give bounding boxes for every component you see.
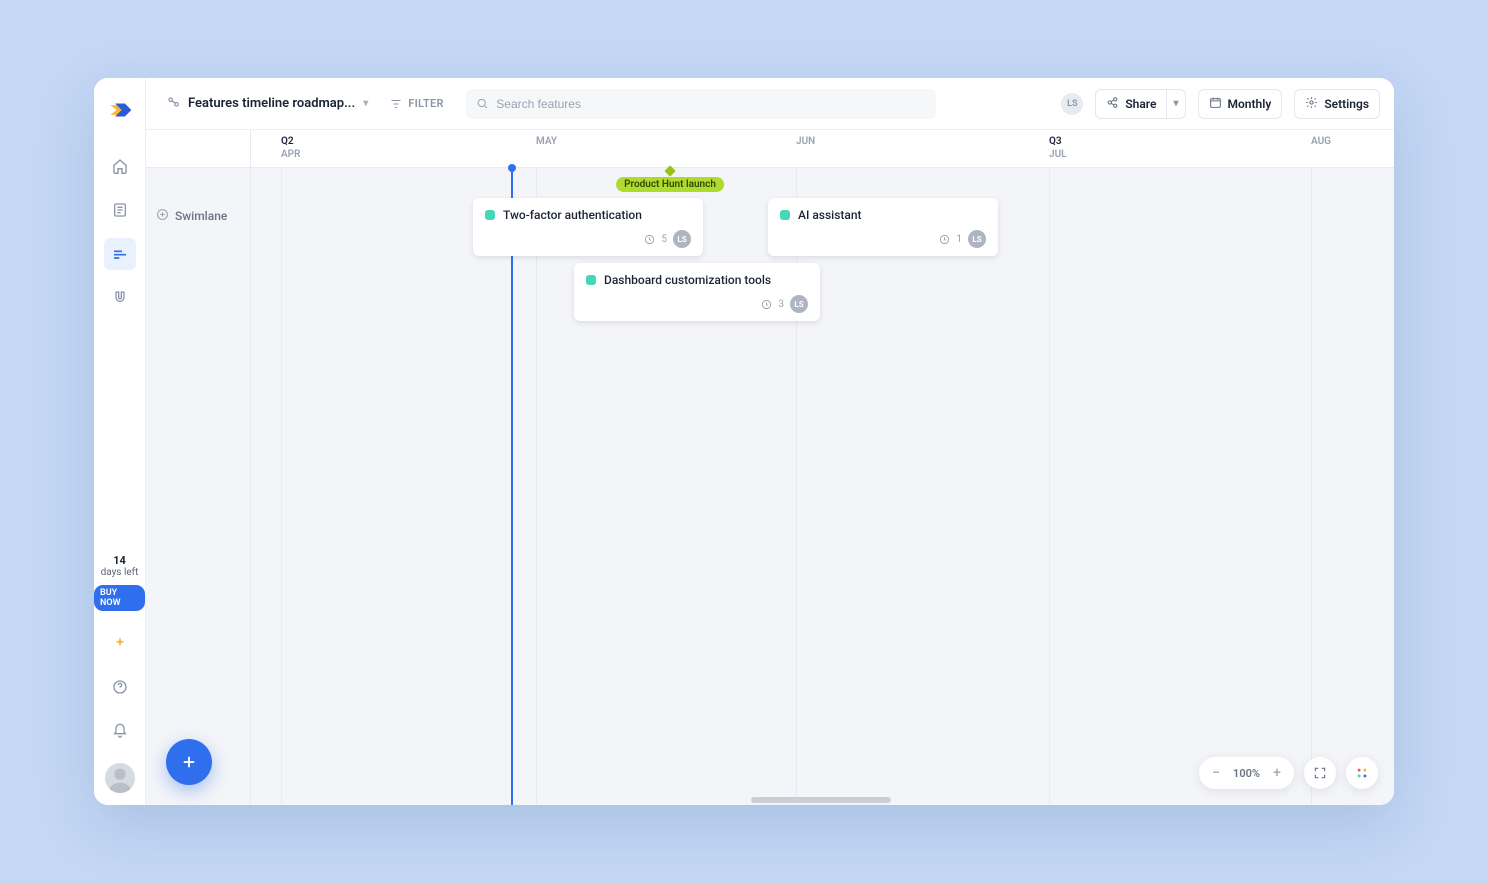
feature-card[interactable]: AI assistant 1 LS [768,198,998,256]
axis-tick: Q2APR [281,136,300,160]
header-user-chip[interactable]: LS [1061,93,1083,115]
assignee-avatar: LS [673,230,691,248]
trial-days-label: days left [101,567,139,578]
search-field[interactable] [466,89,936,119]
roadmap-icon [166,95,180,113]
share-button-group: Share ▾ [1095,89,1185,119]
filter-button[interactable]: FILTER [380,91,454,116]
main-area: Features timeline roadmap... ▾ FILTER LS… [146,78,1394,805]
logo-icon[interactable] [106,96,134,124]
timeline-grid: Product Hunt launch Two-factor authentica… [251,168,1394,805]
today-indicator [511,168,513,805]
timeline-canvas[interactable]: Q2APR MAY JUN Q3JUL AUG Product Hunt launch T… [251,130,1394,805]
top-header: Features timeline roadmap... ▾ FILTER LS… [146,78,1394,130]
timeline-body: Swimlane Q2APR MAY JUN Q3JUL AUG Product Hun… [146,130,1394,805]
axis-tick: MAY [536,136,557,147]
feature-card[interactable]: Dashboard customization tools 3 LS [574,263,820,321]
swimlane-label: Swimlane [175,209,227,223]
settings-label: Settings [1324,97,1369,111]
user-avatar[interactable] [105,763,135,793]
feature-count: 5 [661,234,667,245]
roadmap-title: Features timeline roadmap... [188,96,355,111]
fullscreen-button[interactable] [1304,757,1336,789]
swimlane-column: Swimlane [146,130,251,805]
plus-circle-icon [156,208,169,224]
app-window: 14 days left BUY NOW Features timeline r… [94,78,1394,805]
plus-icon [180,753,198,771]
filter-label: FILTER [408,97,444,110]
timeline-icon[interactable] [104,238,136,270]
feature-title: AI assistant [798,208,862,222]
status-dot [586,275,596,285]
buy-now-button[interactable]: BUY NOW [94,585,145,611]
feature-count: 3 [778,299,784,310]
axis-tick: AUG [1311,136,1331,147]
sparkle-icon[interactable] [104,627,136,659]
clock-icon [644,234,655,245]
share-dropdown-button[interactable]: ▾ [1167,89,1185,119]
bell-icon[interactable] [104,715,136,747]
gear-icon [1305,96,1318,112]
zoom-in-button[interactable]: + [1270,765,1284,781]
chevron-down-icon: ▾ [1173,98,1178,109]
clock-icon [939,234,950,245]
trial-counter: 14 days left [101,554,139,579]
axis-tick: JUN [796,136,815,147]
timeline-axis: Q2APR MAY JUN Q3JUL AUG [251,130,1394,168]
share-label: Share [1125,97,1156,111]
milestone-marker[interactable]: Product Hunt launch [616,167,724,192]
view-mode-button[interactable]: Monthly [1198,89,1283,119]
settings-button[interactable]: Settings [1294,89,1380,119]
help-icon[interactable] [104,671,136,703]
expand-icon [1313,766,1327,780]
view-mode-label: Monthly [1228,97,1272,111]
magnet-icon[interactable] [104,282,136,314]
assignee-avatar: LS [790,295,808,313]
assignee-avatar: LS [968,230,986,248]
left-rail: 14 days left BUY NOW [94,78,146,805]
feature-title: Two-factor authentication [503,208,642,222]
zoom-level: 100% [1233,767,1260,780]
home-icon[interactable] [104,150,136,182]
status-dot [780,210,790,220]
search-input[interactable] [496,97,926,111]
search-icon [476,97,488,110]
calendar-icon [1209,96,1222,112]
trial-days: 14 [101,554,139,567]
feature-title: Dashboard customization tools [604,273,771,287]
notes-icon[interactable] [104,194,136,226]
horizontal-scrollbar[interactable] [751,797,891,803]
apps-button[interactable] [1346,757,1378,789]
feature-card[interactable]: Two-factor authentication 5 LS [473,198,703,256]
feature-count: 1 [956,234,962,245]
add-feature-fab[interactable] [166,739,212,785]
share-icon [1106,96,1119,112]
share-button[interactable]: Share [1095,89,1167,119]
bottom-right-controls: − 100% + [1199,757,1378,789]
clock-icon [761,299,772,310]
grid-dots-icon [1355,766,1369,780]
status-dot [485,210,495,220]
zoom-out-button[interactable]: − [1209,765,1223,781]
zoom-control: − 100% + [1199,757,1294,789]
chevron-down-icon: ▾ [363,98,368,109]
axis-tick: Q3JUL [1049,136,1067,160]
add-swimlane-button[interactable]: Swimlane [146,168,250,264]
roadmap-title-dropdown[interactable]: Features timeline roadmap... ▾ [166,95,368,113]
